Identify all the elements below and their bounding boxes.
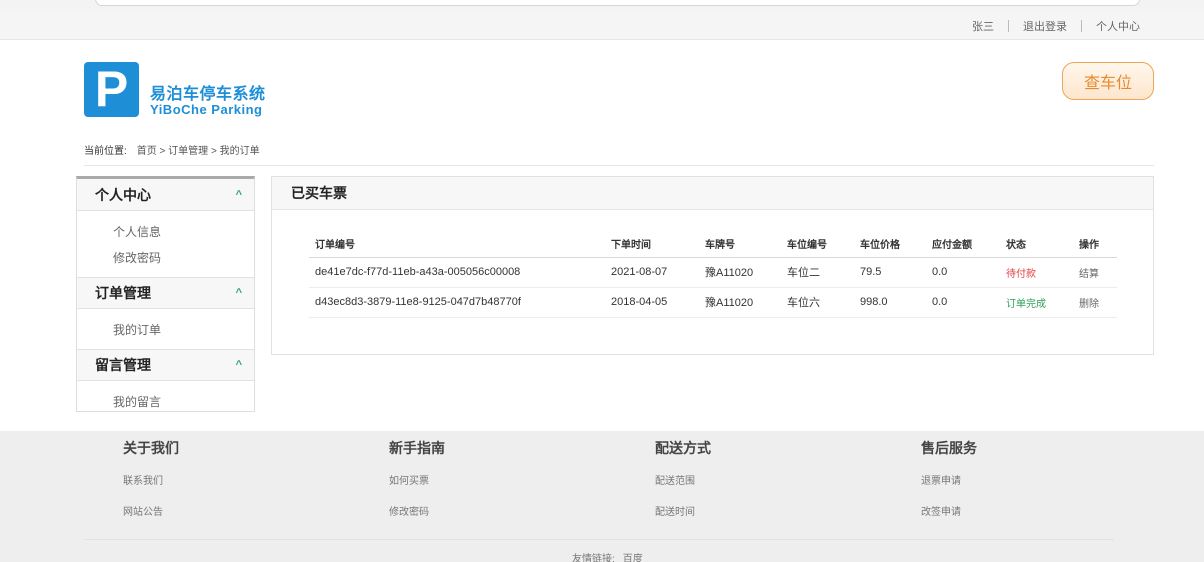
sidebar-item-profile-info[interactable]: 个人信息 (113, 219, 254, 245)
friend-links: 友情链接: 百度 (572, 550, 643, 562)
profile-link[interactable]: 个人中心 (1096, 18, 1140, 34)
chevron-up-icon: ^ (235, 359, 242, 371)
footer-link[interactable]: 修改密码 (389, 503, 429, 518)
sidebar-group-personal: 个人中心 ^ 个人信息 修改密码 (77, 179, 254, 277)
column-header: 下单时间 (605, 231, 699, 258)
space-price: 998.0 (854, 287, 926, 318)
divider (84, 165, 1154, 166)
sidebar-group-header[interactable]: 个人中心 ^ (77, 179, 254, 211)
footer-link[interactable]: 退票申请 (921, 472, 961, 487)
footer: 关于我们 联系我们 网站公告 新手指南 如何买票 修改密码 配送方式 配送范围 … (0, 431, 1204, 562)
table-header-row: 订单编号 下单时间 车牌号 车位编号 车位价格 应付金额 状态 操作 (309, 231, 1117, 258)
delete-button[interactable]: 删除 (1073, 287, 1117, 318)
browser-chrome (0, 0, 1204, 11)
sidebar-group-header[interactable]: 留言管理 ^ (77, 349, 254, 381)
plate-number: 豫A11020 (699, 257, 781, 288)
sidebar-item-my-messages[interactable]: 我的留言 (113, 389, 254, 415)
divider (1008, 19, 1009, 32)
orders-table: 订单编号 下单时间 车牌号 车位编号 车位价格 应付金额 状态 操作 de41e… (309, 231, 1117, 318)
footer-link[interactable]: 改签申请 (921, 503, 961, 518)
amount-due: 0.0 (926, 287, 1000, 318)
footer-column-title: 新手指南 (389, 440, 445, 456)
panel-title: 已买车票 (272, 177, 1153, 210)
site-subtitle: YiBoChe Parking (150, 102, 263, 117)
footer-column-title: 关于我们 (123, 440, 179, 456)
order-time: 2021-08-07 (605, 257, 699, 288)
column-header: 操作 (1073, 231, 1117, 258)
sidebar-group-messages: 留言管理 ^ 我的留言 (77, 349, 254, 421)
column-header: 车位价格 (854, 231, 926, 258)
status-badge: 待付款 (1000, 257, 1073, 288)
sidebar-group-orders: 订单管理 ^ 我的订单 (77, 277, 254, 349)
settle-button[interactable]: 结算 (1073, 257, 1117, 288)
status-badge: 订单完成 (1000, 287, 1073, 318)
sidebar-item-my-orders[interactable]: 我的订单 (113, 317, 254, 343)
orders-panel: 已买车票 订单编号 下单时间 车牌号 车位编号 车位价格 应付金额 状态 操作 … (271, 176, 1154, 355)
sidebar: 个人中心 ^ 个人信息 修改密码 订单管理 ^ 我的订单 留言管理 ^ 我的留言 (76, 176, 255, 412)
friend-links-label: 友情链接: (572, 554, 615, 562)
footer-column-title: 配送方式 (655, 440, 711, 456)
plate-number: 豫A11020 (699, 287, 781, 318)
sidebar-group-title: 订单管理 (95, 285, 151, 301)
logo-icon[interactable]: P (84, 62, 139, 117)
column-header: 状态 (1000, 231, 1073, 258)
username-link[interactable]: 张三 (972, 18, 994, 34)
space-price: 79.5 (854, 257, 926, 288)
logo-letter: P (94, 61, 129, 117)
logout-link[interactable]: 退出登录 (1023, 18, 1067, 34)
column-header: 订单编号 (309, 231, 605, 258)
sidebar-group-title: 个人中心 (95, 186, 151, 203)
footer-column-title: 售后服务 (921, 440, 977, 456)
order-id: de41e7dc-f77d-11eb-a43a-005056c00008 (309, 257, 605, 288)
footer-link[interactable]: 网站公告 (123, 503, 163, 518)
breadcrumb: 当前位置: 首页 > 订单管理 > 我的订单 (84, 142, 260, 157)
address-bar[interactable] (95, 0, 1140, 6)
footer-link[interactable]: 配送时间 (655, 503, 695, 518)
order-time: 2018-04-05 (605, 287, 699, 318)
sidebar-group-header[interactable]: 订单管理 ^ (77, 277, 254, 309)
divider (1081, 19, 1082, 32)
divider (84, 539, 1114, 540)
space-number: 车位六 (781, 287, 854, 318)
column-header: 车位编号 (781, 231, 854, 258)
column-header: 应付金额 (926, 231, 1000, 258)
table-row: de41e7dc-f77d-11eb-a43a-005056c00008 202… (309, 257, 1117, 288)
column-header: 车牌号 (699, 231, 781, 258)
chevron-up-icon: ^ (235, 188, 242, 201)
top-links: 张三 退出登录 个人中心 (972, 11, 1140, 40)
site-title: 易泊车停车系统 (150, 86, 266, 103)
space-number: 车位二 (781, 257, 854, 288)
amount-due: 0.0 (926, 257, 1000, 288)
sidebar-group-title: 留言管理 (95, 357, 151, 373)
friend-link-baidu[interactable]: 百度 (623, 554, 643, 562)
footer-link[interactable]: 如何买票 (389, 472, 429, 487)
footer-link[interactable]: 配送范围 (655, 472, 695, 487)
top-bar: 张三 退出登录 个人中心 (0, 11, 1204, 40)
footer-link[interactable]: 联系我们 (123, 472, 163, 487)
find-parking-button[interactable]: 查车位 (1062, 62, 1154, 100)
breadcrumb-path[interactable]: 首页 > 订单管理 > 我的订单 (137, 146, 260, 157)
chevron-up-icon: ^ (235, 287, 242, 299)
sidebar-item-change-password[interactable]: 修改密码 (113, 245, 254, 271)
breadcrumb-label: 当前位置: (84, 146, 127, 157)
order-id: d43ec8d3-3879-11e8-9125-047d7b48770f (309, 287, 605, 318)
table-row: d43ec8d3-3879-11e8-9125-047d7b48770f 201… (309, 287, 1117, 318)
